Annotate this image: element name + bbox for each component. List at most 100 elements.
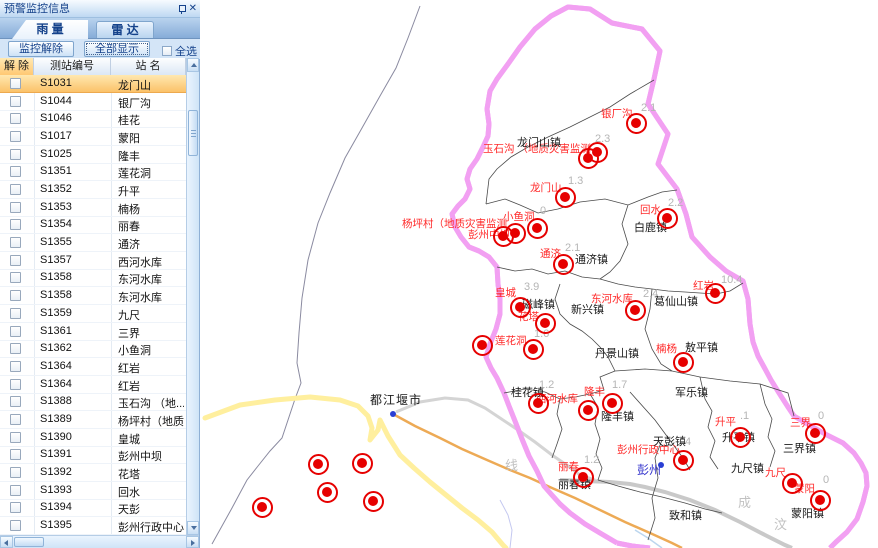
release-checkbox[interactable]: [10, 379, 21, 390]
table-row[interactable]: S1358东河水库: [0, 287, 186, 305]
table-row[interactable]: S1017蒙阳: [0, 128, 186, 146]
header-station-name[interactable]: 站 名: [111, 58, 186, 75]
station-marker[interactable]: [625, 300, 646, 321]
station-marker[interactable]: [472, 335, 493, 356]
station-marker[interactable]: [317, 482, 338, 503]
scroll-up-button[interactable]: [187, 58, 199, 72]
release-checkbox[interactable]: [10, 432, 21, 443]
station-marker[interactable]: [705, 283, 726, 304]
station-marker[interactable]: [252, 497, 273, 518]
release-checkbox[interactable]: [10, 467, 21, 478]
station-marker[interactable]: [602, 393, 623, 414]
pin-icon[interactable]: [178, 5, 185, 14]
table-row[interactable]: S1361三界: [0, 323, 186, 341]
station-marker[interactable]: [578, 148, 599, 169]
release-checkbox[interactable]: [10, 502, 21, 513]
station-marker[interactable]: [805, 423, 826, 444]
release-checkbox[interactable]: [10, 414, 21, 425]
release-checkbox[interactable]: [10, 361, 21, 372]
table-row[interactable]: S1031龙门山: [0, 75, 186, 93]
horizontal-scrollbar[interactable]: [0, 535, 199, 548]
station-marker[interactable]: [527, 218, 548, 239]
table-row[interactable]: S1391彭州中坝: [0, 446, 186, 464]
table-row[interactable]: S1357西河水库: [0, 252, 186, 270]
select-all-checkbox[interactable]: [162, 46, 172, 56]
monitor-release-button[interactable]: 监控解除: [8, 41, 74, 57]
header-release[interactable]: 解 除: [0, 58, 34, 75]
table-row[interactable]: S1044银厂沟: [0, 93, 186, 111]
station-marker[interactable]: [673, 352, 694, 373]
table-row[interactable]: S1352升平: [0, 181, 186, 199]
select-all[interactable]: 全选: [162, 43, 197, 59]
scroll-left-button[interactable]: [0, 536, 13, 548]
release-checkbox[interactable]: [10, 449, 21, 460]
vertical-scrollbar[interactable]: [186, 58, 199, 535]
scroll-down-button[interactable]: [187, 521, 199, 535]
release-checkbox[interactable]: [10, 343, 21, 354]
release-checkbox[interactable]: [10, 237, 21, 248]
station-marker[interactable]: [626, 113, 647, 134]
station-marker[interactable]: [730, 427, 751, 448]
release-checkbox[interactable]: [10, 485, 21, 496]
table-row[interactable]: S1393回水: [0, 482, 186, 500]
station-marker[interactable]: [352, 453, 373, 474]
station-marker[interactable]: [555, 187, 576, 208]
station-marker[interactable]: [782, 473, 803, 494]
station-marker[interactable]: [578, 400, 599, 421]
station-marker[interactable]: [510, 297, 531, 318]
scrollbar-thumb[interactable]: [188, 110, 198, 156]
release-checkbox[interactable]: [10, 308, 21, 319]
release-checkbox[interactable]: [10, 96, 21, 107]
table-row[interactable]: S1395彭州行政中心: [0, 517, 186, 535]
scroll-right-button[interactable]: [186, 536, 199, 548]
table-row[interactable]: S1351莲花洞: [0, 163, 186, 181]
show-all-button[interactable]: 全部显示: [84, 41, 150, 57]
station-marker[interactable]: [528, 393, 549, 414]
table-row[interactable]: S1353楠杨: [0, 199, 186, 217]
release-checkbox[interactable]: [10, 184, 21, 195]
tab-radar[interactable]: 雷 达: [96, 21, 154, 38]
station-marker[interactable]: [573, 467, 594, 488]
release-checkbox[interactable]: [10, 78, 21, 89]
station-marker[interactable]: [363, 491, 384, 512]
release-checkbox[interactable]: [10, 272, 21, 283]
station-marker[interactable]: [673, 450, 694, 471]
table-row[interactable]: S1394天彭: [0, 499, 186, 517]
station-marker[interactable]: [810, 490, 831, 511]
table-row[interactable]: S1389杨坪村（地质..: [0, 411, 186, 429]
release-checkbox[interactable]: [10, 326, 21, 337]
table-row[interactable]: S1364红岩: [0, 358, 186, 376]
header-station-id[interactable]: 测站编号: [34, 58, 111, 75]
hscrollbar-thumb[interactable]: [14, 537, 44, 547]
table-row[interactable]: S1390皇城: [0, 429, 186, 447]
table-row[interactable]: S1362小鱼洞: [0, 340, 186, 358]
close-icon[interactable]: ✕: [189, 0, 197, 18]
station-marker[interactable]: [523, 339, 544, 360]
table-row[interactable]: S1392花塔: [0, 464, 186, 482]
table-row[interactable]: S1359九尺: [0, 305, 186, 323]
release-checkbox[interactable]: [10, 396, 21, 407]
table-row[interactable]: S1046桂花: [0, 110, 186, 128]
table-row[interactable]: S1358东河水库: [0, 269, 186, 287]
release-checkbox[interactable]: [10, 202, 21, 213]
station-marker[interactable]: [493, 226, 514, 247]
map-canvas[interactable]: 银厂沟2.1玉石沟 （地质灾害监测2.3龙门山1.3回水2.2杨坪村（地质灾害监…: [200, 0, 878, 548]
release-checkbox[interactable]: [10, 113, 21, 124]
release-checkbox[interactable]: [10, 520, 21, 531]
release-checkbox[interactable]: [10, 149, 21, 160]
table-row[interactable]: S1354丽春: [0, 216, 186, 234]
table-row[interactable]: S1025隆丰: [0, 146, 186, 164]
release-checkbox[interactable]: [10, 166, 21, 177]
table-row[interactable]: S1355通济: [0, 234, 186, 252]
tab-rainfall[interactable]: 雨 量: [12, 20, 88, 39]
release-checkbox[interactable]: [10, 290, 21, 301]
release-checkbox[interactable]: [10, 255, 21, 266]
station-marker[interactable]: [535, 313, 556, 334]
station-marker[interactable]: [308, 454, 329, 475]
station-marker[interactable]: [553, 254, 574, 275]
table-row[interactable]: S1388玉石沟 （地...: [0, 393, 186, 411]
release-checkbox[interactable]: [10, 131, 21, 142]
release-checkbox[interactable]: [10, 219, 21, 230]
station-marker[interactable]: [657, 208, 678, 229]
table-row[interactable]: S1364红岩: [0, 376, 186, 394]
